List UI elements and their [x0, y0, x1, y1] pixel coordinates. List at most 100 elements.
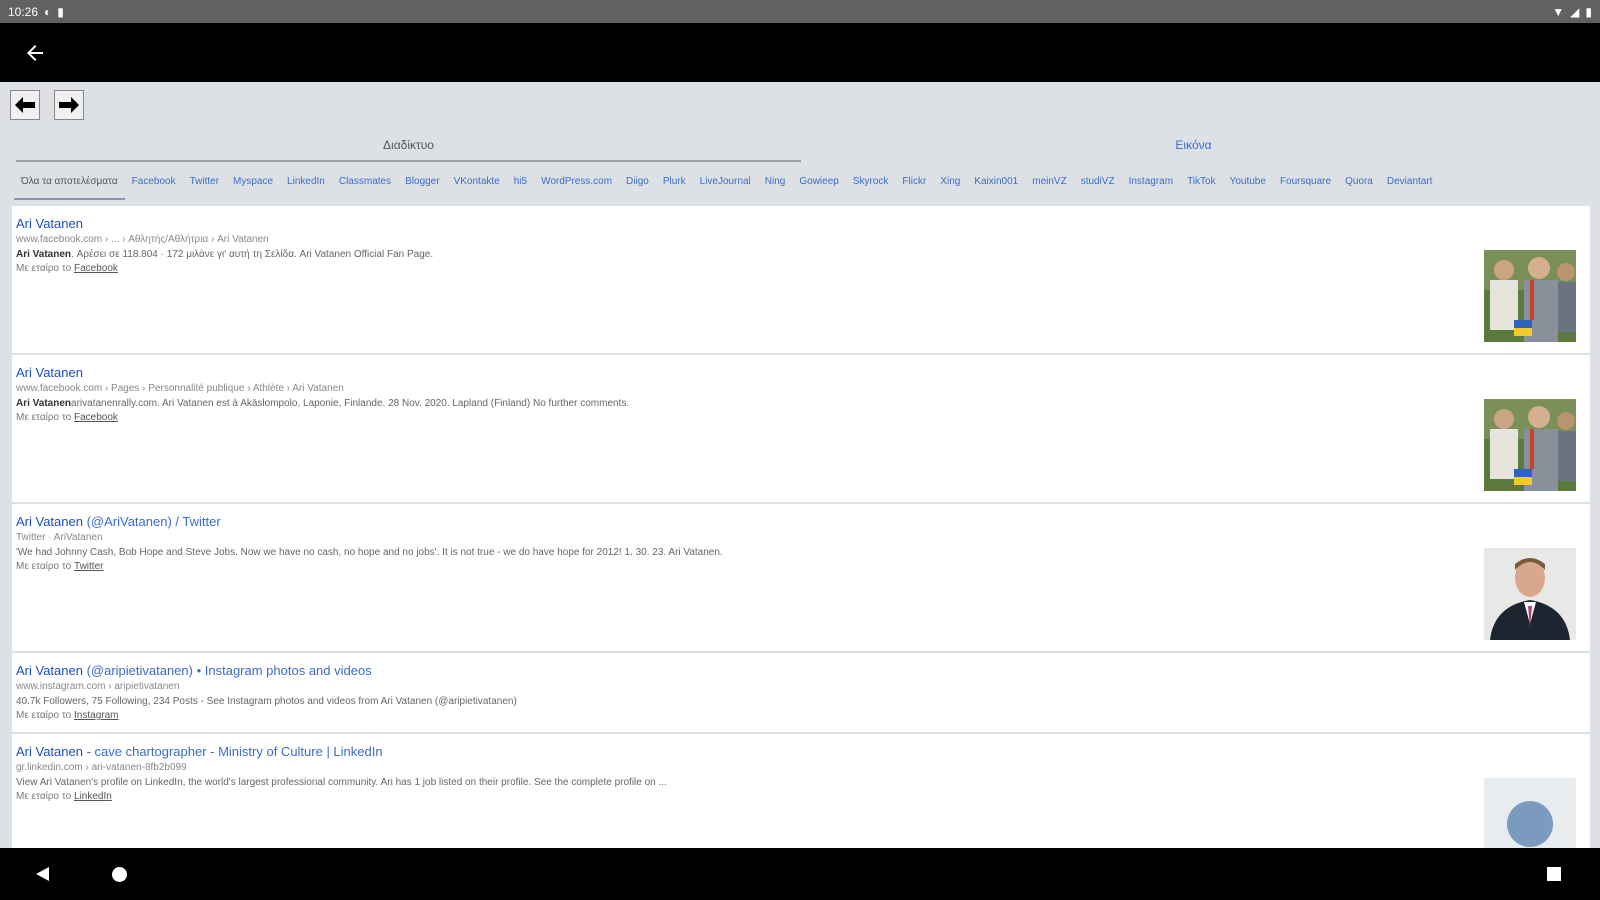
filter-chip[interactable]: Blogger: [398, 174, 446, 200]
filter-chip[interactable]: Ning: [758, 174, 793, 200]
results-list: Ari Vatanen www.facebook.com › ... › Αθλη…: [12, 206, 1590, 848]
filter-chip[interactable]: Xing: [933, 174, 967, 200]
status-time: 10:26: [8, 4, 39, 19]
snippet-highlight: Ari Vatanen: [16, 249, 72, 260]
snippet-text: View Ari Vatanen's profile on LinkedIn, …: [16, 777, 667, 788]
result-thumbnail[interactable]: [1484, 399, 1576, 491]
filter-chip[interactable]: Gowieep: [792, 174, 845, 200]
nav-back-icon[interactable]: [36, 867, 49, 881]
result-url: www.facebook.com › Pages › Personnalité …: [16, 383, 344, 394]
filter-chip[interactable]: Myspace: [226, 174, 280, 200]
snippet-highlight: Ari Vatanen: [16, 398, 72, 409]
result-snippet: Ari Vatanenarivatanenrally.com. Ari Vata…: [16, 396, 1586, 411]
filter-chip[interactable]: Quora: [1338, 174, 1380, 200]
filter-chip[interactable]: VKontakte: [447, 174, 507, 200]
result-title-name[interactable]: Ari Vatanen: [16, 216, 83, 231]
main-content: Διαδίκτυο Εικόνα Όλα τα αποτελέσματα Face…: [0, 82, 1600, 848]
filter-chip[interactable]: Deviantart: [1380, 174, 1440, 200]
result-thumbnail[interactable]: [1484, 778, 1576, 848]
result-title[interactable]: Ari Vatanen: [16, 365, 1586, 381]
result-url: gr.linkedin.com › ari-vatanen-8fb2b099: [16, 762, 187, 773]
result-source: Με εταίρο το LinkedIn: [16, 790, 1586, 803]
source-prefix: Με εταίρο το: [16, 710, 75, 721]
filter-chip[interactable]: Youtube: [1223, 174, 1273, 200]
result-title[interactable]: Ari Vatanen (@aripietivatanen) • Instagr…: [16, 663, 1586, 679]
source-prefix: Με εταίρο το: [16, 561, 75, 572]
result-source: Με εταίρο το Twitter: [16, 560, 1586, 573]
filter-chip[interactable]: Diigo: [619, 174, 656, 200]
filter-chip[interactable]: Twitter: [183, 174, 226, 200]
tab-web[interactable]: Διαδίκτυο: [16, 134, 801, 162]
source-link[interactable]: Facebook: [74, 412, 118, 423]
filter-chip[interactable]: Plurk: [656, 174, 693, 200]
filter-chip[interactable]: Kaixin001: [967, 174, 1025, 200]
result-url: www.facebook.com › ... › Αθλητής/Αθλήτρι…: [16, 234, 269, 245]
search-result: Ari Vatanen (@aripietivatanen) • Instagr…: [12, 653, 1590, 732]
filter-chip[interactable]: LiveJournal: [693, 174, 758, 200]
snippet-text: . Αρέσει σε 118.804 · 172 μιλάνε γι' αυτ…: [71, 249, 434, 260]
filter-chip[interactable]: TikTok: [1180, 174, 1223, 200]
filter-chip[interactable]: Skyrock: [846, 174, 896, 200]
result-snippet: View Ari Vatanen's profile on LinkedIn, …: [16, 775, 1586, 790]
source-prefix: Με εταίρο το: [16, 263, 75, 274]
filter-chip[interactable]: Facebook: [125, 174, 183, 200]
nav-home-icon[interactable]: [112, 866, 127, 882]
result-url: Twitter · AriVatanen: [16, 532, 103, 543]
back-arrow-icon[interactable]: [20, 38, 50, 68]
sync-icon: ◐: [44, 4, 52, 19]
search-result: Ari Vatanen - cave chartographer - Minis…: [12, 734, 1590, 848]
filter-chip[interactable]: hi5: [507, 174, 534, 200]
snippet-text: 40.7k Followers, 75 Following, 234 Posts…: [16, 696, 517, 707]
filter-chip[interactable]: Flickr: [895, 174, 933, 200]
filter-chip[interactable]: Classmates: [332, 174, 398, 200]
result-title[interactable]: Ari Vatanen: [16, 216, 1586, 232]
result-title[interactable]: Ari Vatanen (@AriVatanen) / Twitter: [16, 514, 1586, 530]
result-title[interactable]: Ari Vatanen - cave chartographer - Minis…: [16, 744, 1586, 760]
result-title-rest[interactable]: - cave chartographer - Ministry of Cultu…: [83, 744, 383, 759]
browser-forward-button[interactable]: [54, 90, 84, 120]
filter-chip[interactable]: studiVZ: [1074, 174, 1122, 200]
filter-chip[interactable]: Instagram: [1122, 174, 1180, 200]
wifi-icon: ▼: [1552, 4, 1565, 19]
result-title-name[interactable]: Ari Vatanen: [16, 663, 83, 678]
source-link[interactable]: Twitter: [74, 561, 103, 572]
search-result: Ari Vatanen (@AriVatanen) / Twitter Twitt…: [12, 504, 1590, 651]
source-link[interactable]: LinkedIn: [74, 791, 112, 802]
search-result: Ari Vatanen www.facebook.com › Pages › Pe…: [12, 355, 1590, 502]
clipboard-icon: ▮: [57, 4, 64, 19]
result-title-rest[interactable]: (@aripietivatanen) • Instagram photos an…: [83, 663, 372, 678]
result-url: www.instagram.com › aripietivatanen: [16, 681, 180, 692]
result-snippet: 'We had Johnny Cash, Bob Hope and Steve …: [16, 545, 1586, 560]
result-title-name[interactable]: Ari Vatanen: [16, 514, 83, 529]
battery-icon: ▮: [1585, 4, 1592, 19]
filter-chip[interactable]: meinVZ: [1025, 174, 1073, 200]
app-bar: [0, 23, 1600, 82]
signal-icon: ◢: [1570, 4, 1580, 19]
search-result: Ari Vatanen www.facebook.com › ... › Αθλη…: [12, 206, 1590, 353]
source-link[interactable]: Facebook: [74, 263, 118, 274]
result-source: Με εταίρο το Instagram: [16, 709, 1586, 722]
result-thumbnail[interactable]: [1484, 250, 1576, 342]
filter-chip[interactable]: Foursquare: [1273, 174, 1338, 200]
result-thumbnail[interactable]: [1484, 548, 1576, 640]
result-title-rest[interactable]: (@AriVatanen) / Twitter: [83, 514, 221, 529]
source-prefix: Με εταίρο το: [16, 791, 75, 802]
filter-chip[interactable]: Όλα τα αποτελέσματα: [14, 174, 125, 200]
snippet-text: 'We had Johnny Cash, Bob Hope and Steve …: [16, 547, 723, 558]
result-title-name[interactable]: Ari Vatanen: [16, 365, 83, 380]
site-filter-bar: Όλα τα αποτελέσματα Facebook Twitter Myspac…: [14, 174, 1592, 200]
status-bar: 10:26 ◐ ▮ ▼ ◢ ▮: [0, 0, 1600, 23]
result-title-name[interactable]: Ari Vatanen: [16, 744, 83, 759]
source-prefix: Με εταίρο το: [16, 412, 75, 423]
nav-recents-icon[interactable]: [1547, 867, 1561, 881]
result-source: Με εταίρο το Facebook: [16, 411, 1586, 424]
snippet-text: arivatanenrally.com. Ari Vatanen est à A…: [71, 398, 630, 409]
filter-chip[interactable]: LinkedIn: [280, 174, 332, 200]
filter-chip[interactable]: WordPress.com: [534, 174, 619, 200]
tab-image[interactable]: Εικόνα: [801, 134, 1586, 162]
source-link[interactable]: Instagram: [74, 710, 118, 721]
system-nav-bar: [0, 848, 1600, 900]
result-snippet: Ari Vatanen. Αρέσει σε 118.804 · 172 μιλ…: [16, 247, 1586, 262]
result-snippet: 40.7k Followers, 75 Following, 234 Posts…: [16, 694, 1586, 709]
browser-back-button[interactable]: [10, 90, 40, 120]
